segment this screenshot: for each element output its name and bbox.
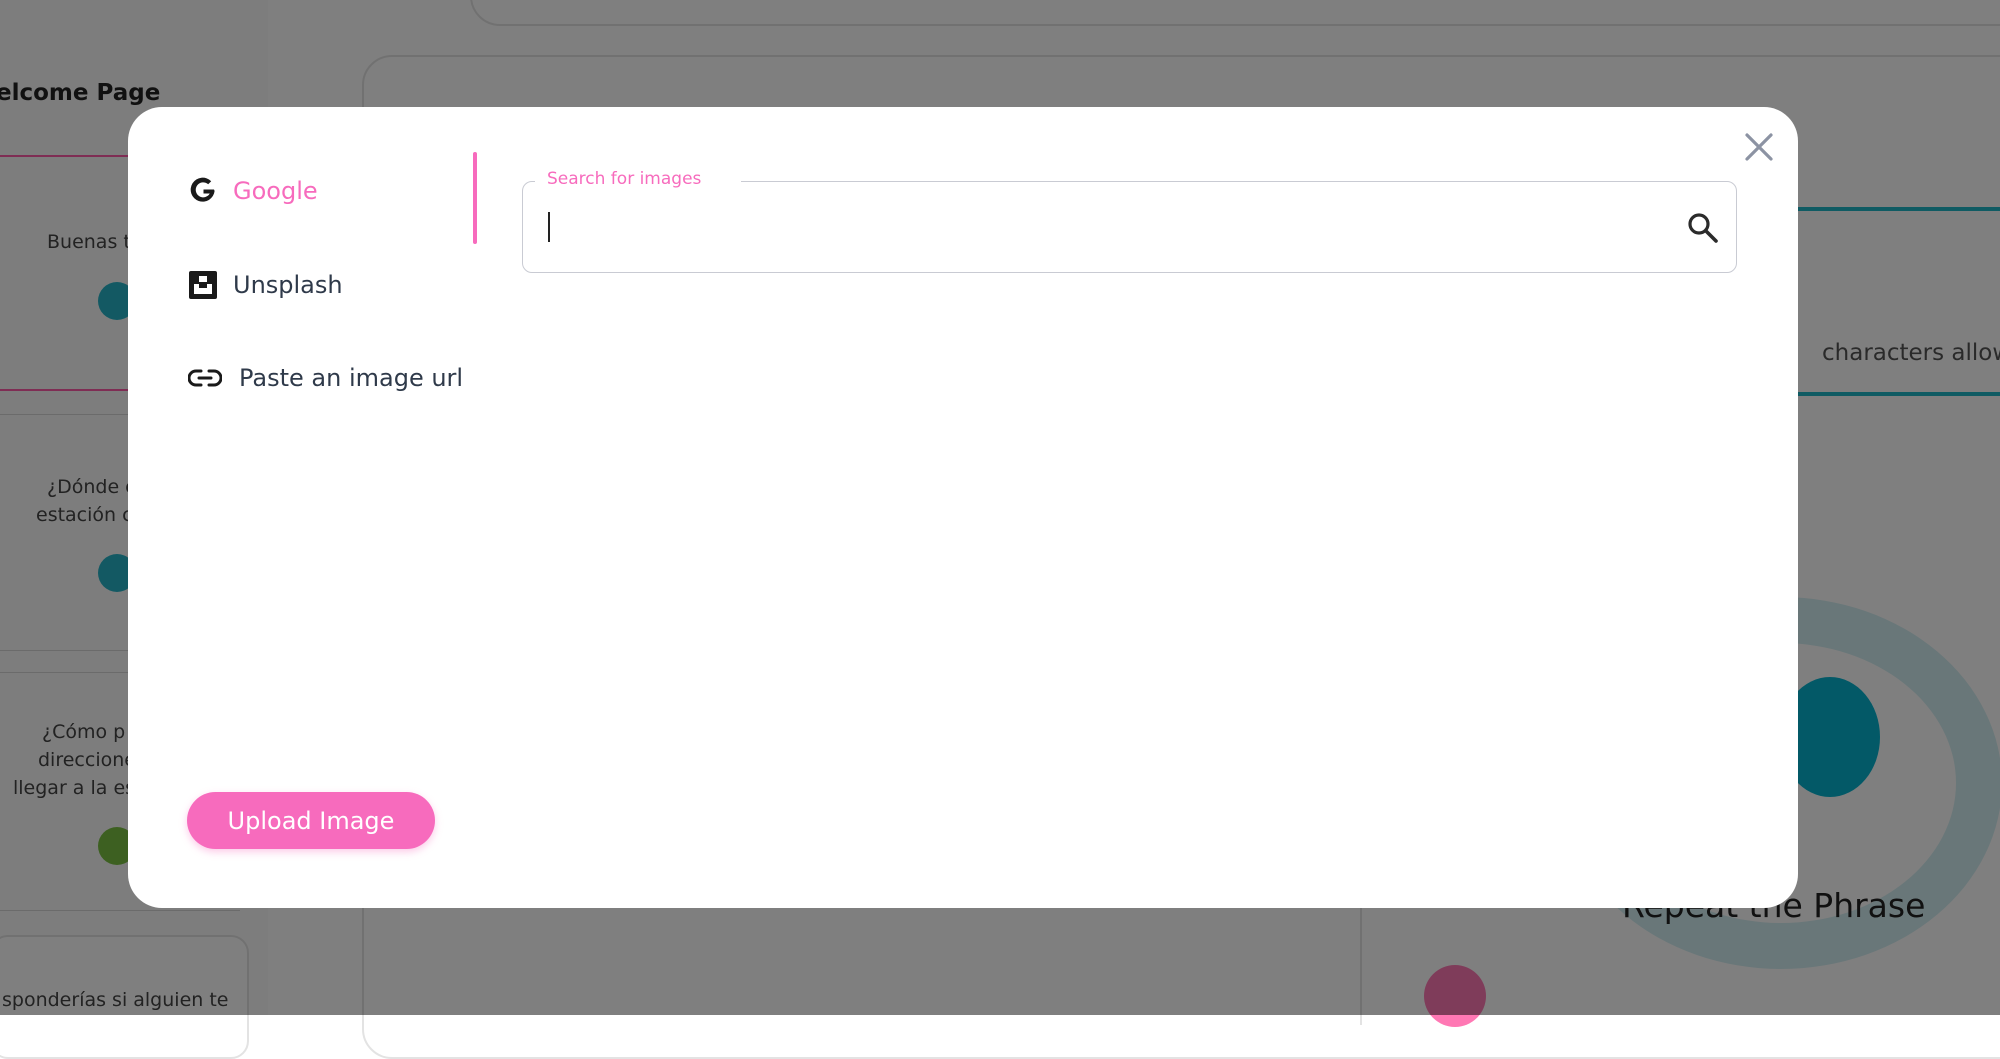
active-tab-indicator xyxy=(473,152,477,244)
tab-label: Google xyxy=(233,177,318,205)
image-picker-modal: Google Unsplash Paste an image url Searc… xyxy=(128,107,1798,908)
text-cursor xyxy=(548,212,550,242)
search-field: Search for images xyxy=(522,169,1737,273)
close-icon xyxy=(1745,133,1773,161)
unsplash-icon xyxy=(187,269,219,301)
tab-paste-url[interactable]: Paste an image url xyxy=(187,362,463,394)
close-button[interactable] xyxy=(1739,127,1779,167)
link-icon xyxy=(187,362,223,394)
search-input[interactable] xyxy=(547,200,1647,254)
upload-image-button[interactable]: Upload Image xyxy=(187,792,435,849)
tab-label: Paste an image url xyxy=(239,364,464,392)
google-icon xyxy=(187,175,219,207)
tab-unsplash[interactable]: Unsplash xyxy=(187,269,343,301)
tab-google[interactable]: Google xyxy=(187,175,318,207)
search-label: Search for images xyxy=(535,169,741,189)
search-icon[interactable] xyxy=(1686,211,1720,245)
tab-label: Unsplash xyxy=(233,271,343,299)
